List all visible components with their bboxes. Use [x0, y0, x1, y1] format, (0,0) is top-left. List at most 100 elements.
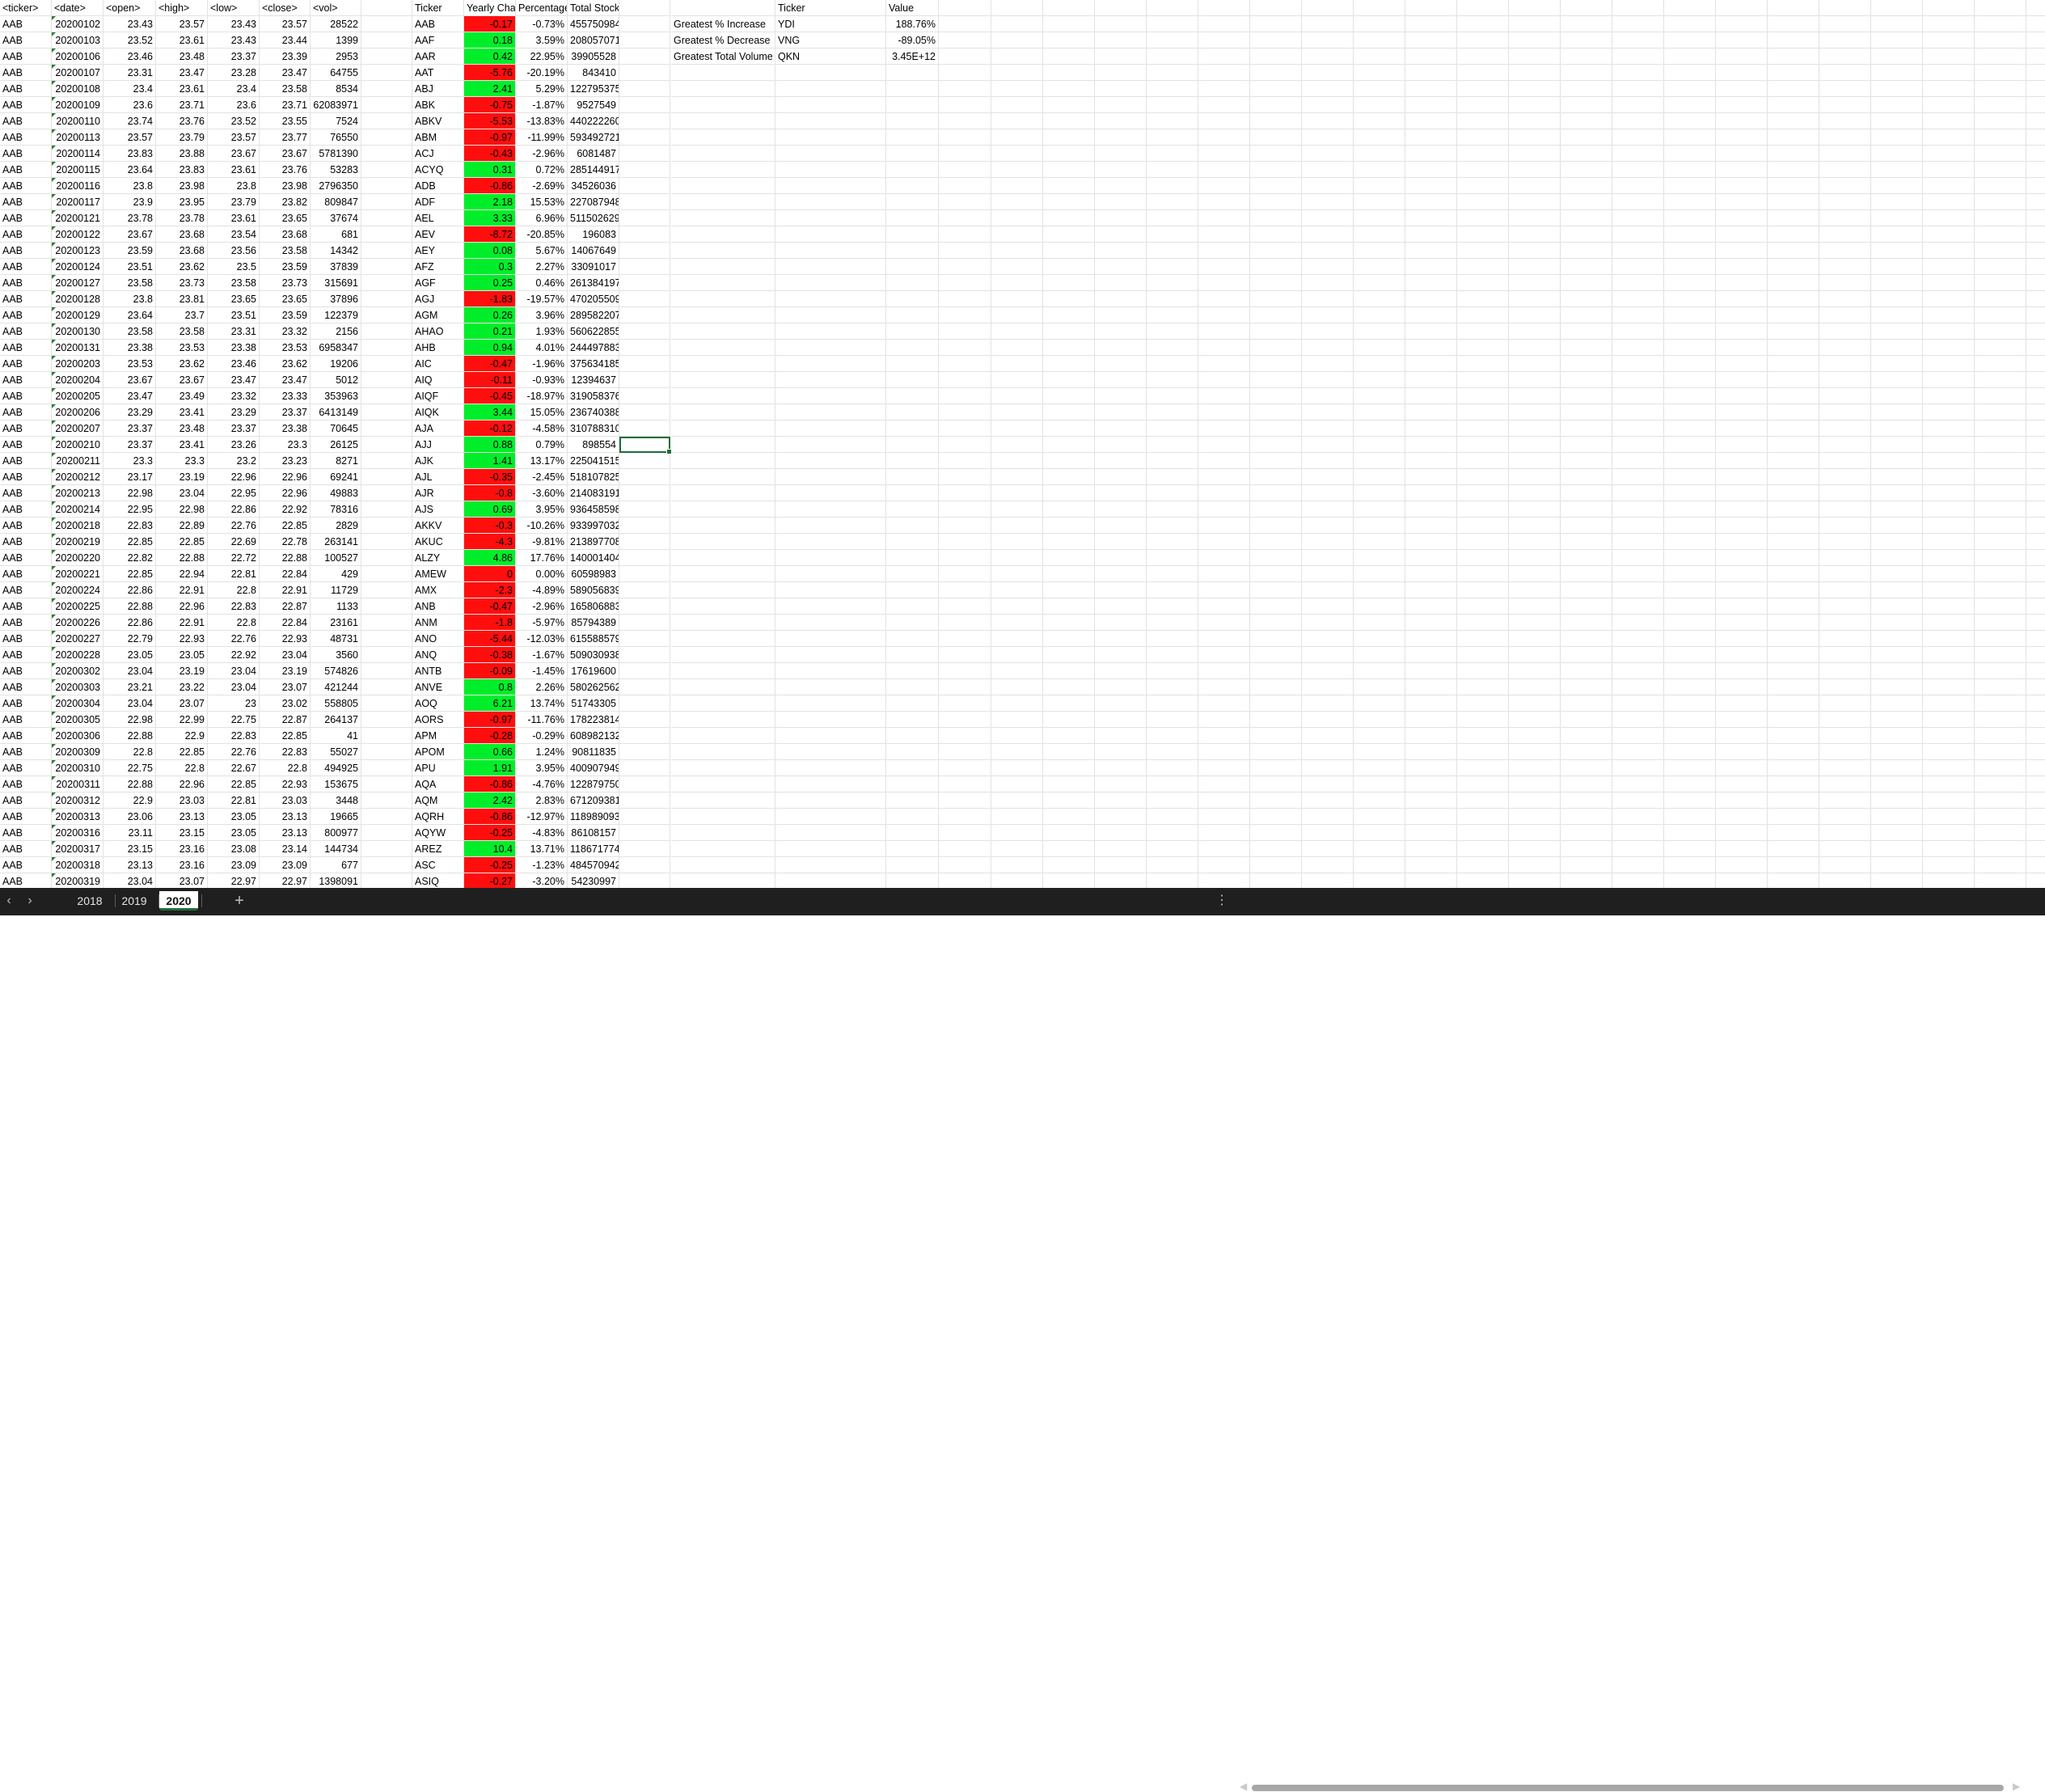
empty-cell[interactable]: [1612, 550, 1664, 566]
empty-cell[interactable]: [886, 259, 939, 275]
date-cell[interactable]: 20200227: [52, 631, 104, 647]
empty-cell[interactable]: [619, 162, 670, 178]
raw-data-cell[interactable]: 23.22: [156, 679, 208, 695]
summary-value-cell[interactable]: -10.26%: [516, 518, 568, 534]
raw-data-cell[interactable]: 41: [311, 728, 361, 744]
empty-cell[interactable]: [1923, 453, 1975, 469]
empty-cell[interactable]: [1768, 679, 1819, 695]
empty-cell[interactable]: [1664, 792, 1716, 809]
yearly-change-cell[interactable]: -0.45: [464, 388, 516, 404]
raw-data-cell[interactable]: 23.67: [156, 372, 208, 388]
empty-cell[interactable]: [1612, 615, 1664, 631]
empty-cell[interactable]: [1147, 501, 1198, 518]
summary-ticker-cell[interactable]: ABK: [412, 97, 464, 113]
greatest-ticker-cell[interactable]: VNG: [775, 32, 886, 49]
raw-data-cell[interactable]: 37896: [311, 291, 361, 307]
empty-cell[interactable]: [1095, 404, 1147, 421]
empty-cell[interactable]: [1871, 501, 1923, 518]
empty-cell[interactable]: [1923, 582, 1975, 598]
empty-cell[interactable]: [886, 501, 939, 518]
empty-cell[interactable]: [1354, 81, 1405, 97]
empty-cell[interactable]: [1871, 647, 1923, 663]
empty-cell[interactable]: [1768, 631, 1819, 647]
empty-cell[interactable]: [1871, 372, 1923, 388]
empty-cell[interactable]: [1043, 501, 1095, 518]
empty-cell[interactable]: [1250, 647, 1302, 663]
empty-cell[interactable]: [1664, 437, 1716, 453]
empty-cell[interactable]: [1612, 792, 1664, 809]
empty-cell[interactable]: [1819, 809, 1871, 825]
empty-cell[interactable]: [1147, 615, 1198, 631]
empty-cell[interactable]: [1198, 49, 1250, 65]
empty-cell[interactable]: [1250, 582, 1302, 598]
raw-header-cell[interactable]: <date>: [52, 0, 104, 16]
summary-value-cell[interactable]: 5606228557: [568, 323, 619, 340]
empty-cell[interactable]: [1871, 243, 1923, 259]
empty-cell[interactable]: [1095, 857, 1147, 873]
empty-cell[interactable]: [1768, 32, 1819, 49]
empty-cell[interactable]: [1768, 275, 1819, 291]
raw-data-cell[interactable]: 22.88: [104, 598, 156, 615]
empty-cell[interactable]: [1871, 388, 1923, 404]
summary-ticker-cell[interactable]: AAF: [412, 32, 464, 49]
empty-cell[interactable]: [619, 566, 670, 582]
empty-cell[interactable]: [1405, 275, 1457, 291]
summary-value-cell[interactable]: 34526036: [568, 178, 619, 194]
empty-cell[interactable]: [2026, 162, 2045, 178]
empty-cell[interactable]: [1354, 275, 1405, 291]
empty-cell[interactable]: [1561, 695, 1612, 712]
yearly-change-cell[interactable]: 0.18: [464, 32, 516, 49]
raw-data-cell[interactable]: 23.73: [156, 275, 208, 291]
raw-data-cell[interactable]: 23.61: [208, 210, 260, 226]
empty-cell[interactable]: [1457, 129, 1509, 146]
empty-cell[interactable]: [1768, 113, 1819, 129]
summary-value-cell[interactable]: 1.24%: [516, 744, 568, 760]
summary-ticker-cell[interactable]: AQRH: [412, 809, 464, 825]
summary-ticker-cell[interactable]: AGM: [412, 307, 464, 323]
raw-data-cell[interactable]: 23.04: [208, 663, 260, 679]
empty-cell[interactable]: [991, 372, 1043, 388]
empty-cell[interactable]: [1250, 809, 1302, 825]
summary-value-cell[interactable]: -20.85%: [516, 226, 568, 243]
empty-cell[interactable]: [775, 226, 886, 243]
empty-cell[interactable]: [361, 760, 412, 776]
empty-cell[interactable]: [939, 307, 991, 323]
raw-data-cell[interactable]: 23.65: [260, 210, 311, 226]
empty-cell[interactable]: [1250, 65, 1302, 81]
empty-cell[interactable]: [1871, 857, 1923, 873]
empty-cell[interactable]: [1871, 421, 1923, 437]
empty-cell[interactable]: [939, 453, 991, 469]
empty-cell[interactable]: [1819, 501, 1871, 518]
raw-data-cell[interactable]: 62083971: [311, 97, 361, 113]
raw-data-cell[interactable]: 23.41: [156, 437, 208, 453]
empty-cell[interactable]: [1664, 825, 1716, 841]
empty-cell[interactable]: [991, 550, 1043, 566]
raw-data-cell[interactable]: 23.58: [104, 275, 156, 291]
raw-data-cell[interactable]: 1133: [311, 598, 361, 615]
empty-cell[interactable]: [2026, 146, 2045, 162]
raw-data-cell[interactable]: 23.57: [104, 129, 156, 146]
empty-cell[interactable]: [2026, 728, 2045, 744]
empty-cell[interactable]: [1095, 65, 1147, 81]
empty-cell[interactable]: [1302, 259, 1354, 275]
empty-cell[interactable]: [1043, 631, 1095, 647]
empty-cell[interactable]: [1198, 388, 1250, 404]
empty-cell[interactable]: [1975, 65, 2026, 81]
summary-value-cell[interactable]: 0.72%: [516, 162, 568, 178]
raw-data-cell[interactable]: AAB: [0, 598, 52, 615]
empty-cell[interactable]: [1095, 356, 1147, 372]
empty-cell[interactable]: [1302, 32, 1354, 49]
empty-cell[interactable]: [619, 469, 670, 485]
yearly-change-cell[interactable]: -0.38: [464, 647, 516, 663]
raw-data-cell[interactable]: 23.6: [208, 97, 260, 113]
raw-data-cell[interactable]: AAB: [0, 210, 52, 226]
empty-cell[interactable]: [1871, 453, 1923, 469]
empty-cell[interactable]: [1561, 792, 1612, 809]
raw-data-cell[interactable]: 11729: [311, 582, 361, 598]
empty-cell[interactable]: [939, 792, 991, 809]
raw-data-cell[interactable]: 23.4: [104, 81, 156, 97]
empty-cell[interactable]: [886, 485, 939, 501]
raw-data-cell[interactable]: AAB: [0, 485, 52, 501]
empty-cell[interactable]: [1147, 162, 1198, 178]
raw-data-cell[interactable]: 558805: [311, 695, 361, 712]
